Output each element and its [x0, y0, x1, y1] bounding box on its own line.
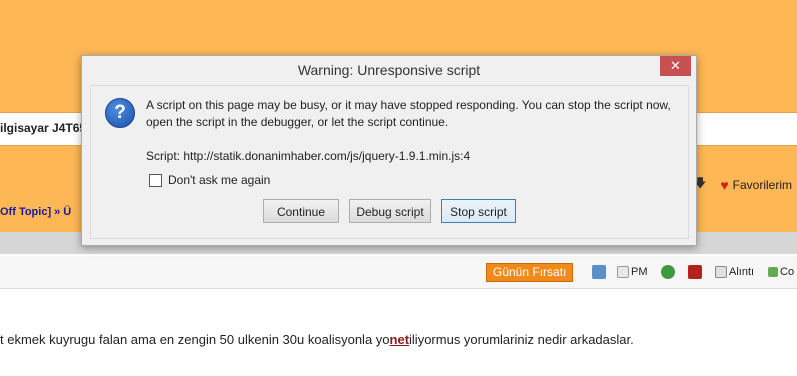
thread-title[interactable]: ilgisayar J4T65: [0, 121, 86, 135]
quote-button[interactable]: Alıntı: [715, 263, 754, 280]
post-body-text: t ekmek kuyrugu falan ama en zengin 50 u…: [0, 332, 634, 347]
dont-ask-checkbox[interactable]: [149, 173, 162, 187]
breadcrumb-item-offtopic[interactable]: Off Topic]: [0, 206, 51, 218]
gunun-firsati-button[interactable]: Günün Fırsatı: [486, 263, 574, 282]
pm-button[interactable]: PM: [617, 263, 648, 280]
favorites-area: 🡇 ♥ Favorilerim: [694, 174, 792, 195]
continue-button[interactable]: Continue: [263, 199, 339, 223]
highlighted-word[interactable]: net: [390, 332, 410, 347]
co-button[interactable]: Co: [768, 263, 794, 280]
stop-script-button[interactable]: Stop script: [441, 199, 516, 223]
script-location: Script: http://statik.donanimhaber.com/j…: [146, 149, 471, 163]
heart-plus-icon[interactable]: ♥: [720, 177, 728, 193]
unresponsive-script-dialog: Warning: Unresponsive script ✕ ? A scrip…: [81, 55, 697, 246]
quote-icon: [715, 265, 727, 278]
dialog-titlebar[interactable]: Warning: Unresponsive script ✕: [82, 56, 696, 84]
co-icon: [768, 266, 778, 277]
post-toolbar: Günün Fırsatı PM Alıntı Co: [0, 256, 797, 289]
debug-script-button[interactable]: Debug script: [349, 199, 431, 223]
add-user-icon[interactable]: [661, 263, 675, 280]
pm-icon: [617, 265, 629, 278]
dialog-title: Warning: Unresponsive script: [297, 62, 481, 78]
dialog-content: ? A script on this page may be busy, or …: [90, 85, 689, 239]
favorites-link[interactable]: Favorilerim: [733, 178, 792, 192]
breadcrumb: Off Topic]» Ü: [0, 206, 71, 218]
dont-ask-row[interactable]: Don't ask me again: [149, 173, 270, 187]
breadcrumb-item-next[interactable]: Ü: [63, 206, 71, 218]
profile-card-icon[interactable]: [592, 263, 606, 280]
dont-ask-label[interactable]: Don't ask me again: [168, 173, 270, 187]
report-hand-icon[interactable]: [688, 263, 702, 280]
question-icon: ?: [105, 98, 135, 128]
breadcrumb-separator-icon: »: [54, 206, 61, 218]
close-button[interactable]: ✕: [660, 56, 691, 76]
dialog-message: A script on this page may be busy, or it…: [146, 98, 671, 129]
